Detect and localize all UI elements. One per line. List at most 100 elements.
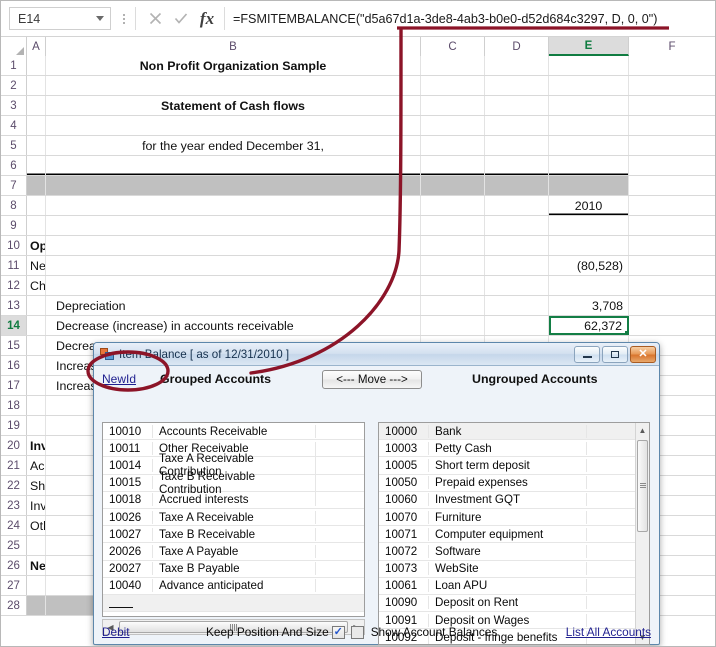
move-button[interactable]: <--- Move ---> <box>322 370 422 389</box>
keep-position-checkbox[interactable]: ✓ <box>331 625 345 639</box>
cell-D14[interactable] <box>485 316 549 335</box>
cell-E6[interactable] <box>549 156 629 175</box>
cell-E12[interactable] <box>549 276 629 295</box>
cell-E14[interactable]: 62,372 <box>549 316 629 335</box>
cell-E13[interactable]: 3,708 <box>549 296 629 315</box>
cell-C1[interactable] <box>421 56 485 75</box>
row-header-4[interactable]: 4 <box>1 116 27 135</box>
cancel-formula-icon[interactable] <box>142 8 168 30</box>
list-item[interactable]: 10018 Accrued interests <box>103 492 364 509</box>
cell-F12[interactable] <box>629 276 715 295</box>
row-header-19[interactable]: 19 <box>1 416 27 435</box>
cell-F7[interactable] <box>629 176 715 195</box>
confirm-formula-icon[interactable] <box>168 8 194 30</box>
list-item[interactable]: 10010 Accounts Receivable <box>103 423 364 441</box>
cell-A28[interactable] <box>27 596 46 615</box>
cell-E8[interactable]: 2010 <box>549 196 629 215</box>
list-item[interactable]: 10040 Advance anticipated <box>103 578 364 595</box>
cell-F3[interactable] <box>629 96 715 115</box>
more-options-icon[interactable] <box>117 13 131 24</box>
cell-D13[interactable] <box>485 296 549 315</box>
cell-A5[interactable] <box>27 136 46 155</box>
cell-A26[interactable]: Net incre <box>27 556 46 575</box>
grouped-accounts-list[interactable]: 10010 Accounts Receivable 10011 Other Recei… <box>102 422 365 617</box>
row-header-28[interactable]: 28 <box>1 596 27 615</box>
list-item[interactable]: 10003 Petty Cash <box>379 440 635 458</box>
newid-link[interactable]: NewId <box>102 372 136 386</box>
cell-D1[interactable] <box>485 56 549 75</box>
cell-E9[interactable] <box>549 216 629 235</box>
list-item-blank[interactable] <box>103 594 364 613</box>
list-item[interactable]: 10015 Taxe B Receivable Contribution <box>103 469 364 496</box>
debit-link[interactable]: Debit <box>102 625 130 639</box>
cell-A11[interactable]: Net income (loss) <box>27 256 46 275</box>
cell-A14[interactable] <box>27 316 46 335</box>
show-balances-checkbox[interactable] <box>350 625 364 639</box>
ungrouped-accounts-list[interactable]: 10000 Bank 10003 Petty Cash 10005 Short term … <box>378 422 650 645</box>
row-header-7[interactable]: 7 <box>1 176 27 195</box>
row-header-2[interactable]: 2 <box>1 76 27 95</box>
vscroll-thumb[interactable] <box>637 440 648 532</box>
name-box[interactable]: E14 <box>9 7 111 30</box>
ungrouped-list-vscrollbar[interactable]: ▲ ▼ <box>635 423 649 644</box>
column-header-B[interactable]: B <box>46 37 421 56</box>
cell-A27[interactable] <box>27 576 46 595</box>
cell-A2[interactable] <box>27 76 46 95</box>
list-item[interactable]: 10027 Taxe B Receivable <box>103 526 364 544</box>
row-header-12[interactable]: 12 <box>1 276 27 295</box>
cell-D2[interactable] <box>485 76 549 95</box>
close-button[interactable]: ✕ <box>630 345 656 363</box>
list-item[interactable]: 10005 Short term deposit <box>379 457 635 475</box>
cell-F11[interactable] <box>629 256 715 275</box>
list-item[interactable]: 10070 Furniture <box>379 509 635 527</box>
cell-B4[interactable] <box>46 116 421 135</box>
cell-D9[interactable] <box>485 216 549 235</box>
cell-C13[interactable] <box>421 296 485 315</box>
cell-D8[interactable] <box>485 196 549 215</box>
cell-A7[interactable] <box>27 176 46 195</box>
cell-C7[interactable] <box>421 176 485 195</box>
cell-E5[interactable] <box>549 136 629 155</box>
list-item[interactable]: 10026 Taxe A Receivable <box>103 509 364 527</box>
list-item[interactable]: 20026 Taxe A Payable <box>103 543 364 561</box>
cell-F5[interactable] <box>629 136 715 155</box>
row-header-10[interactable]: 10 <box>1 236 27 255</box>
row-header-16[interactable]: 16 <box>1 356 27 375</box>
cell-C12[interactable] <box>421 276 485 295</box>
row-header-6[interactable]: 6 <box>1 156 27 175</box>
row-header-18[interactable]: 18 <box>1 396 27 415</box>
row-header-11[interactable]: 11 <box>1 256 27 275</box>
cell-A15[interactable] <box>27 336 46 355</box>
cell-F13[interactable] <box>629 296 715 315</box>
cell-F1[interactable] <box>629 56 715 75</box>
cell-A3[interactable] <box>27 96 46 115</box>
column-header-E[interactable]: E <box>549 37 629 56</box>
cell-A13[interactable] <box>27 296 46 315</box>
cell-F14[interactable] <box>629 316 715 335</box>
row-header-27[interactable]: 27 <box>1 576 27 595</box>
cell-C9[interactable] <box>421 216 485 235</box>
cell-D10[interactable] <box>485 236 549 255</box>
column-header-C[interactable]: C <box>421 37 485 56</box>
cell-E3[interactable] <box>549 96 629 115</box>
formula-input[interactable]: =FSMITEMBALANCE("d5a67d1a-3de8-4ab3-b0e0… <box>224 7 711 30</box>
cell-C2[interactable] <box>421 76 485 95</box>
cell-A23[interactable]: Investme <box>27 496 46 515</box>
row-header-14[interactable]: 14 <box>1 316 27 335</box>
list-item[interactable]: 10000 Bank <box>379 423 635 441</box>
cell-A20[interactable]: Investing <box>27 436 46 455</box>
cell-D3[interactable] <box>485 96 549 115</box>
cell-D6[interactable] <box>485 156 549 175</box>
cell-E7[interactable] <box>549 176 629 195</box>
cell-B5[interactable]: for the year ended December 31, <box>46 136 421 155</box>
cell-B7[interactable] <box>46 176 421 195</box>
row-header-15[interactable]: 15 <box>1 336 27 355</box>
list-item[interactable]: 10061 Loan APU <box>379 578 635 595</box>
cell-B14[interactable]: Decrease (increase) in accounts receivab… <box>46 316 421 335</box>
cell-A12[interactable]: Changes in current assets and current li… <box>27 276 46 295</box>
cell-C14[interactable] <box>421 316 485 335</box>
cell-C10[interactable] <box>421 236 485 255</box>
cell-B9[interactable] <box>46 216 421 235</box>
row-header-13[interactable]: 13 <box>1 296 27 315</box>
minimize-button[interactable] <box>574 345 600 363</box>
